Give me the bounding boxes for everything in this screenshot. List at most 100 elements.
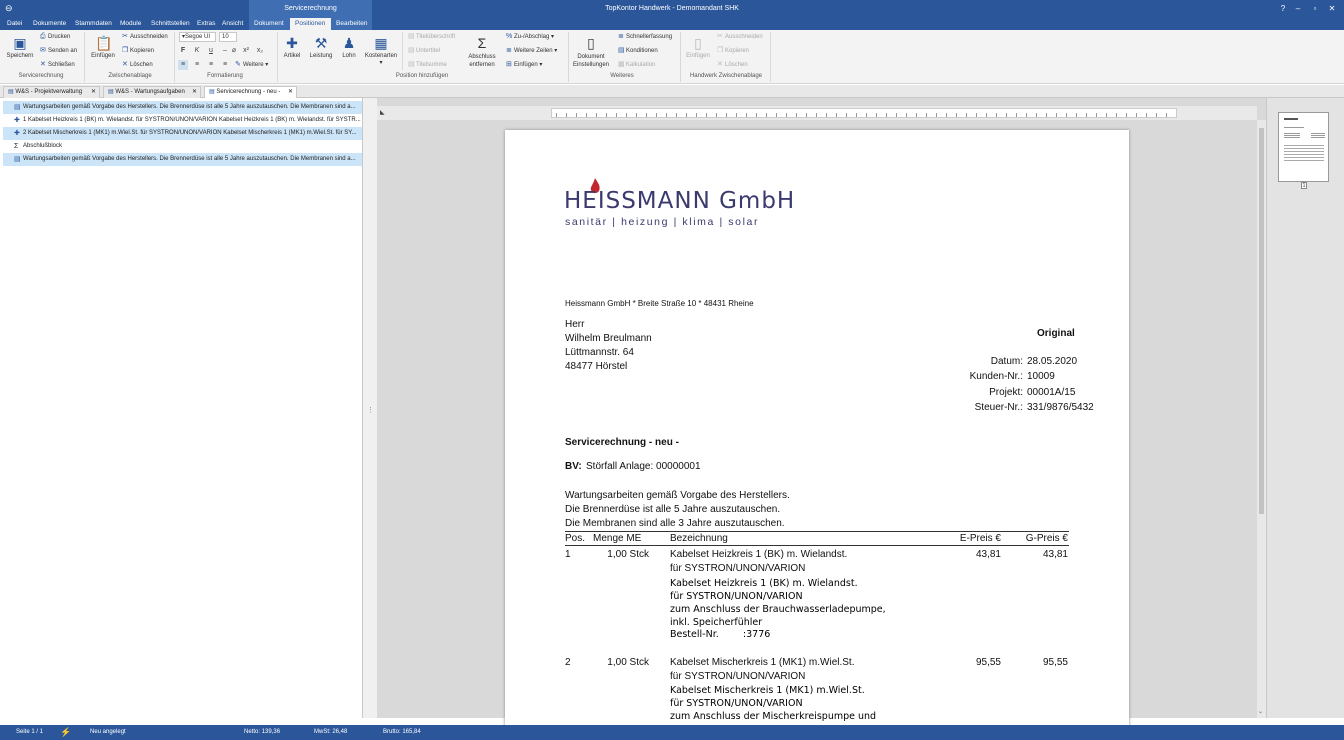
underline-icon[interactable]: u xyxy=(206,46,216,56)
puzzle-icon: ✚ xyxy=(286,35,298,51)
row-long-text: für SYSTRON/UNON/VARION xyxy=(670,591,803,602)
doc-tab-wartungsaufgaben[interactable]: ▤ W&S - Wartungsaufgaben ✕ xyxy=(103,86,201,98)
tab-stammdaten[interactable]: Stammdaten xyxy=(73,18,114,30)
remove-closing-button[interactable]: Σ Abschluss entfernen xyxy=(464,35,500,69)
close-tab-icon[interactable]: ✕ xyxy=(91,87,96,98)
list-item[interactable]: ✚ 2 Kabelset Mischerkreis 1 (MK1) m.Wiel.… xyxy=(3,127,362,140)
font-family-select[interactable]: ▾Segoe UI xyxy=(179,32,216,42)
doc-icon: ▤ xyxy=(408,33,415,40)
delete-button[interactable]: ✕ Löschen xyxy=(122,60,153,70)
tab-schnittstellen[interactable]: Schnittstellen xyxy=(149,18,192,30)
row-total: 95,55 xyxy=(1042,657,1068,668)
company-logo: HEISSMANN GmbH xyxy=(564,188,796,214)
close-window-button[interactable]: ✕ xyxy=(1321,0,1343,18)
tab-ansicht[interactable]: Ansicht xyxy=(220,18,245,30)
justify-icon[interactable]: ≡ xyxy=(220,60,230,70)
tab-bearbeiten[interactable]: Bearbeiten xyxy=(331,18,372,30)
ruler-tick xyxy=(966,113,967,117)
hw-copy-button[interactable]: ❐ Kopieren xyxy=(717,46,749,56)
align-left-icon[interactable]: ≡ xyxy=(178,60,188,70)
add-wage-button[interactable]: ♟ Lohn xyxy=(339,35,359,59)
list-item[interactable]: Σ Abschlußblock xyxy=(3,140,362,153)
pane-splitter[interactable]: ⋮ xyxy=(363,98,377,718)
tab-extras[interactable]: Extras xyxy=(195,18,217,30)
document-page[interactable]: HEISSMANN GmbH sanitär | heizung | klima… xyxy=(505,130,1129,730)
superscript-icon[interactable]: x² xyxy=(241,46,251,56)
ruler-tick xyxy=(666,113,667,117)
add-article-button[interactable]: ✚ Artikel xyxy=(281,35,303,59)
app-icon[interactable]: ⊖ xyxy=(5,3,13,14)
document-icon: ▯ xyxy=(587,35,595,51)
group-separator xyxy=(277,32,278,82)
meta-label: Datum: xyxy=(990,356,1023,367)
copy-button[interactable]: ❐ Kopieren xyxy=(122,46,154,56)
ruler-tick xyxy=(946,113,947,117)
ruler[interactable]: ◣ xyxy=(377,106,1257,120)
close-tab-icon[interactable]: ✕ xyxy=(192,87,197,98)
list-item[interactable]: ▤ Wartungsarbeiten gemäß Vorgabe des Hers… xyxy=(3,153,362,166)
quick-entry-button[interactable]: ≣ Schnellerfassung xyxy=(618,32,672,42)
ruler-tick xyxy=(846,113,847,117)
calculation-button[interactable]: ▦Kalkulation xyxy=(618,60,655,70)
subscript-icon[interactable]: x₂ xyxy=(255,46,265,56)
font-size-select[interactable]: 10 xyxy=(219,32,237,42)
tab-dokumente[interactable]: Dokumente xyxy=(31,18,68,30)
bold-icon[interactable]: F xyxy=(178,46,188,56)
close-doc-button[interactable]: ✕ Schließen xyxy=(40,60,75,70)
list-item[interactable]: ▤ Wartungsarbeiten gemäß Vorgabe des Hers… xyxy=(3,101,362,114)
row-desc: für SYSTRON/UNON/VARION xyxy=(670,563,806,574)
cost-types-button[interactable]: ▦ Kostenarten ▾ xyxy=(363,35,399,66)
title-heading-button[interactable]: ▤Titelüberschrift xyxy=(408,32,455,42)
document-settings-button[interactable]: ▯ Dokument Einstellungen xyxy=(572,35,610,69)
ruler-tick xyxy=(646,113,647,117)
tab-datei[interactable]: Datei xyxy=(5,18,24,30)
hw-cut-button[interactable]: ✂ Ausschneiden xyxy=(717,32,763,42)
list-item[interactable]: ✚ 1 Kabelset Heizkreis 1 (BK) m. Wielands… xyxy=(3,114,362,127)
subtitle-button[interactable]: ▤Untertitel xyxy=(408,46,440,56)
conditions-button[interactable]: ▤Konditionen xyxy=(618,46,658,56)
surcharge-button[interactable]: % Zu-/Abschlag ▾ xyxy=(506,32,554,42)
page-thumbnail[interactable] xyxy=(1278,112,1329,182)
paste-button[interactable]: 📋 Einfügen xyxy=(89,35,117,59)
vertical-scrollbar[interactable]: ⌄ xyxy=(1257,120,1266,718)
save-button[interactable]: ▣ Speichern xyxy=(5,35,35,59)
ruler-tick xyxy=(706,113,707,117)
italic-icon[interactable]: K xyxy=(192,46,202,56)
meta-value: 10009 xyxy=(1027,371,1055,382)
ruler-tick xyxy=(776,113,777,117)
more-lines-button[interactable]: ≣ Weitere Zeilen ▾ xyxy=(506,46,557,56)
align-center-icon[interactable]: ≡ xyxy=(192,60,202,70)
insert-position-button[interactable]: ⊞ Einfügen ▾ xyxy=(506,60,542,70)
scissors-icon: ✂ xyxy=(122,33,128,40)
title-sum-button[interactable]: ▤Titelsumme xyxy=(408,60,447,70)
send-button[interactable]: ✉ Senden an xyxy=(40,46,77,56)
scroll-down-icon[interactable]: ⌄ xyxy=(1258,708,1263,715)
scrollbar-thumb[interactable] xyxy=(1259,128,1264,514)
col-header-qty: Menge ME xyxy=(593,533,642,544)
tab-dokument[interactable]: Dokument xyxy=(249,18,290,30)
ruler-tick xyxy=(1086,113,1087,117)
hw-delete-button[interactable]: ✕ Löschen xyxy=(717,60,748,70)
group-separator xyxy=(770,32,771,82)
tab-stop-icon[interactable]: ◣ xyxy=(380,109,385,116)
clear-format-icon[interactable]: ⌀ xyxy=(229,46,239,56)
ruler-track[interactable] xyxy=(551,108,1177,118)
align-right-icon[interactable]: ≡ xyxy=(206,60,216,70)
group-separator xyxy=(84,32,85,82)
tab-positionen[interactable]: Positionen xyxy=(290,18,331,30)
close-tab-icon[interactable]: ✕ xyxy=(288,87,293,98)
hw-paste-button[interactable]: ▯ Einfügen xyxy=(684,35,712,59)
tab-module[interactable]: Module xyxy=(118,18,143,30)
doc-tab-servicerechnung[interactable]: ▤ Servicerechnung - neu - ✕ xyxy=(204,86,297,98)
row-long-text: Kabelset Mischerkreis 1 (MK1) m.Wiel.St. xyxy=(670,685,865,696)
ruler-tick xyxy=(796,113,797,117)
doc-tab-projektverwaltung[interactable]: ▤ W&S - Projektverwaltung ✕ xyxy=(3,86,100,98)
ruler-tick xyxy=(676,113,677,117)
ruler-tick xyxy=(996,113,997,117)
cut-button[interactable]: ✂ Ausschneiden xyxy=(122,32,168,42)
ruler-tick xyxy=(806,113,807,117)
print-button[interactable]: ⎙ Drucken xyxy=(40,32,70,42)
add-service-button[interactable]: ⚒ Leistung xyxy=(307,35,335,59)
group-separator xyxy=(568,32,569,82)
more-format-button[interactable]: ✎ Weitere ▾ xyxy=(235,60,268,70)
